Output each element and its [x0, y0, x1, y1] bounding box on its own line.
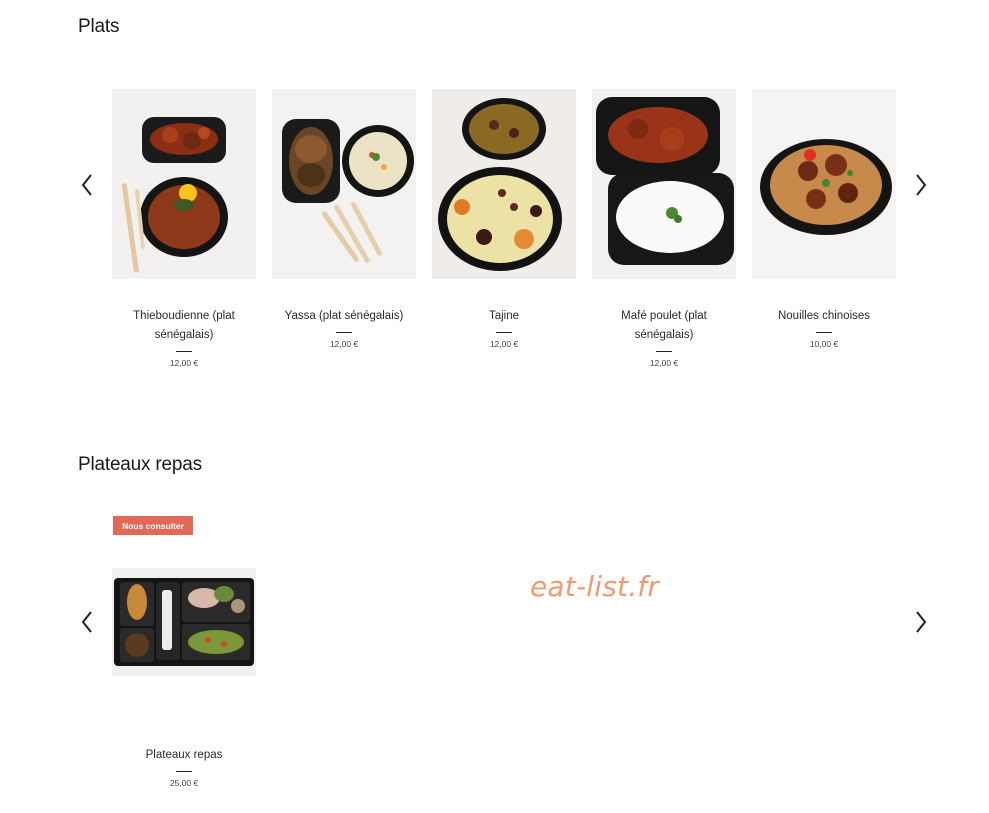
product-name[interactable]: Yassa (plat sénégalais) [272, 307, 416, 326]
product-price: 12,00 € [649, 358, 679, 368]
divider [176, 351, 192, 352]
chevron-left-icon [81, 611, 92, 633]
product-name[interactable]: Tajine [432, 307, 576, 326]
product-photo[interactable] [752, 89, 896, 279]
chevron-left-icon [81, 174, 92, 196]
plateaux-carousel-prev-button[interactable] [76, 605, 98, 639]
product-card-mafe-poulet[interactable]: Mafé poulet (plat sénégalais) 12,00 € [592, 89, 736, 368]
product-name[interactable]: Thieboudienne (plat sénégalais) [112, 307, 256, 345]
product-name[interactable]: Plateaux repas [112, 746, 256, 765]
product-photo[interactable] [432, 89, 576, 279]
product-card-tajine[interactable]: Tajine 12,00 € [432, 89, 576, 349]
divider [816, 332, 832, 333]
product-price: 25,00 € [169, 778, 199, 788]
plateaux-carousel-next-button[interactable] [910, 605, 932, 639]
product-card-nouilles-chinoises[interactable]: Nouilles chinoises 10,00 € [752, 89, 896, 349]
plats-carousel-prev-button[interactable] [76, 168, 98, 202]
status-badge-nous-consulter: Nous consulter [113, 516, 193, 535]
divider [176, 771, 192, 772]
product-photo[interactable] [272, 89, 416, 279]
product-price: 10,00 € [809, 339, 839, 349]
product-card-thieboudienne[interactable]: Thieboudienne (plat sénégalais) 12,00 € [112, 89, 256, 368]
product-price: 12,00 € [169, 358, 199, 368]
product-card-yassa[interactable]: Yassa (plat sénégalais) 12,00 € [272, 89, 416, 349]
product-name[interactable]: Nouilles chinoises [752, 307, 896, 326]
divider [336, 332, 352, 333]
product-photo[interactable] [112, 568, 256, 676]
watermark: eat-list.fr [530, 570, 660, 603]
section-title-plateaux-repas: Plateaux repas [78, 454, 202, 475]
product-photo[interactable] [112, 89, 256, 279]
product-name[interactable]: Mafé poulet (plat sénégalais) [592, 307, 736, 345]
product-card-plateaux-repas[interactable]: Plateaux repas 25,00 € [112, 568, 256, 788]
chevron-right-icon [916, 611, 927, 633]
product-price: 12,00 € [329, 339, 359, 349]
product-photo[interactable] [592, 89, 736, 279]
plats-carousel-next-button[interactable] [910, 168, 932, 202]
chevron-right-icon [916, 174, 927, 196]
section-title-plats: Plats [78, 16, 120, 37]
product-price: 12,00 € [489, 339, 519, 349]
divider [656, 351, 672, 352]
divider [496, 332, 512, 333]
